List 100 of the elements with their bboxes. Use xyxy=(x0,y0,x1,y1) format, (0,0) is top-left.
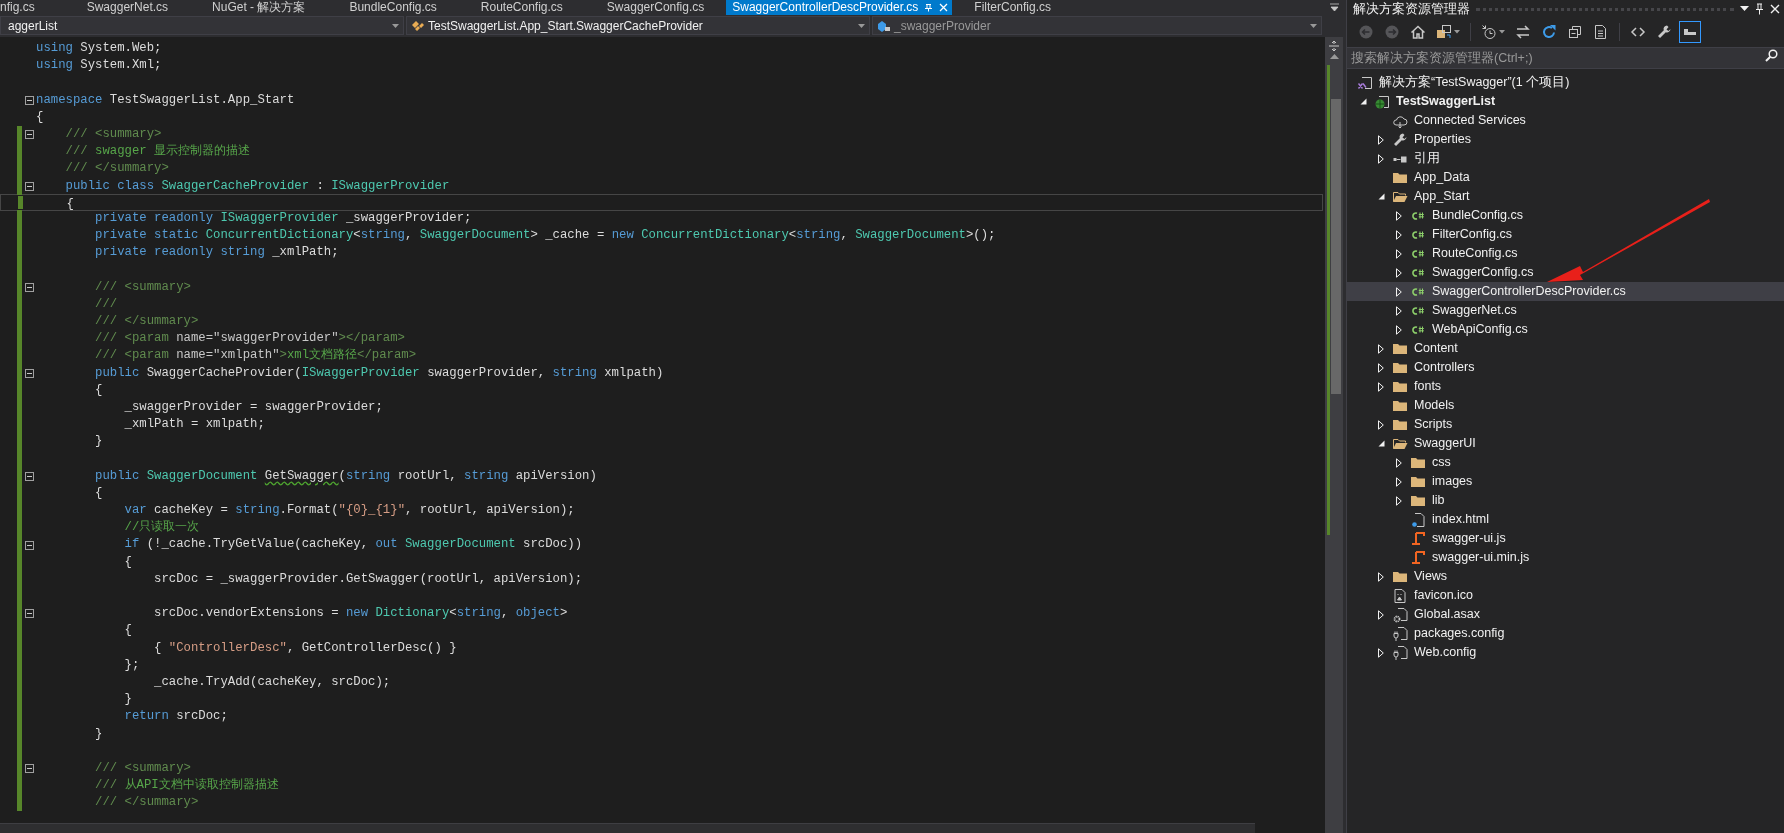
editor-tab[interactable]: BundleConfig.cs xyxy=(327,0,459,15)
expand-icon[interactable] xyxy=(1396,324,1402,335)
code-line: if (!_cache.TryGetValue(cacheKey, out SwaggerDocument srcDoc)) xyxy=(123,536,583,554)
expand-icon[interactable] xyxy=(1378,609,1384,620)
close-icon[interactable] xyxy=(1770,4,1780,14)
code-line: /// </summary> xyxy=(94,794,199,812)
expand-icon[interactable] xyxy=(1396,286,1402,297)
caret-icon[interactable] xyxy=(392,23,399,28)
code-line: _cache.TryAdd(cacheKey, srcDoc); xyxy=(153,673,391,691)
tree-item[interactable]: Content xyxy=(1347,339,1784,358)
code-line: } xyxy=(94,433,103,451)
expand-icon[interactable] xyxy=(1396,229,1402,240)
tree-item[interactable]: Web.config xyxy=(1347,643,1784,662)
tree-item[interactable]: App_Data xyxy=(1347,168,1784,187)
dropdown-icon[interactable] xyxy=(1740,6,1749,12)
collapse-icon[interactable] xyxy=(24,609,34,619)
editor-tab[interactable]: NuGet - 解决方案 xyxy=(190,0,328,15)
tree-item[interactable]: lib xyxy=(1347,491,1784,510)
expand-icon[interactable] xyxy=(1378,381,1384,392)
collapse-icon[interactable] xyxy=(24,181,34,191)
tree-item[interactable]: App_Start xyxy=(1347,187,1784,206)
expand-icon[interactable] xyxy=(1396,210,1402,221)
tree-item[interactable]: WebApiConfig.cs xyxy=(1347,320,1784,339)
expand-icon[interactable] xyxy=(1378,343,1384,354)
tree-item[interactable]: css xyxy=(1347,453,1784,472)
tree-item[interactable]: swagger-ui.min.js xyxy=(1347,548,1784,567)
tree-item[interactable]: TestSwaggerList xyxy=(1347,92,1784,111)
search-icon[interactable] xyxy=(1765,49,1778,62)
collapse-icon[interactable] xyxy=(1377,193,1385,200)
collapse-icon[interactable] xyxy=(24,130,34,140)
horizontal-scrollbar[interactable] xyxy=(0,823,1255,833)
expand-icon[interactable] xyxy=(1396,267,1402,278)
collapse-icon[interactable] xyxy=(24,471,34,481)
collapse-icon[interactable] xyxy=(24,95,34,105)
collapse-icon[interactable] xyxy=(24,763,34,773)
tree-item[interactable]: swagger-ui.js xyxy=(1347,529,1784,548)
expand-icon[interactable] xyxy=(1378,362,1384,373)
tree-item[interactable]: fonts xyxy=(1347,377,1784,396)
code-line: /// </summary> xyxy=(64,160,169,178)
tree-item[interactable]: Controllers xyxy=(1347,358,1784,377)
tree-item[interactable]: 引用 xyxy=(1347,149,1784,168)
tree-item[interactable]: FilterConfig.cs xyxy=(1347,225,1784,244)
tree-item[interactable]: BundleConfig.cs xyxy=(1347,206,1784,225)
editor-tab[interactable]: SwaggerConfig.cs xyxy=(584,0,727,15)
vertical-scrollbar[interactable] xyxy=(1325,37,1343,833)
code-line: { xyxy=(123,553,132,571)
collapse-icon[interactable] xyxy=(24,368,34,378)
code-line: srcDoc.vendorExtensions = new Dictionary<string, object> xyxy=(153,605,568,623)
collapse-icon[interactable] xyxy=(24,540,34,550)
tree-item[interactable]: Global.asax xyxy=(1347,605,1784,624)
scroll-up-icon[interactable] xyxy=(1329,54,1339,59)
tree-item[interactable]: RouteConfig.cs xyxy=(1347,244,1784,263)
collapse-icon[interactable] xyxy=(24,282,34,292)
expand-icon[interactable] xyxy=(1378,134,1384,145)
tree-item[interactable]: images xyxy=(1347,472,1784,491)
project-dropdown[interactable]: aggerList xyxy=(0,16,404,35)
member-dropdown[interactable]: _swaggerProvider xyxy=(872,16,1322,35)
code-line: /// swagger 显示控制器的描述 xyxy=(64,143,251,161)
type-dropdown[interactable]: TestSwaggerList.App_Start.SwaggerCacheProvider xyxy=(406,16,870,35)
expand-icon[interactable] xyxy=(1378,153,1384,164)
tree-item[interactable]: SwaggerNet.cs xyxy=(1347,301,1784,320)
editor-tab[interactable]: RouteConfig.cs xyxy=(458,0,585,15)
collapse-icon[interactable] xyxy=(1359,98,1367,105)
editor-tab[interactable]: FilterConfig.cs xyxy=(952,0,1073,15)
split-icon[interactable] xyxy=(1329,41,1339,51)
tree-item[interactable]: Views xyxy=(1347,567,1784,586)
caret-icon[interactable] xyxy=(1310,23,1317,28)
scrollbar-thumb[interactable] xyxy=(1331,99,1341,394)
tree-item[interactable]: favicon.ico xyxy=(1347,586,1784,605)
expand-icon[interactable] xyxy=(1378,647,1384,658)
collapse-icon[interactable] xyxy=(1377,440,1385,447)
tree-item[interactable]: Models xyxy=(1347,396,1784,415)
expand-icon[interactable] xyxy=(1396,248,1402,259)
expand-icon[interactable] xyxy=(1378,419,1384,430)
editor-tab[interactable]: nfig.cs xyxy=(0,0,65,15)
tree-item[interactable]: Scripts xyxy=(1347,415,1784,434)
tree-item[interactable]: packages.config xyxy=(1347,624,1784,643)
tree-item[interactable]: index.html xyxy=(1347,510,1784,529)
tree-item[interactable]: SwaggerUI xyxy=(1347,434,1784,453)
expand-icon[interactable] xyxy=(1396,495,1402,506)
panel-title: 解决方案资源管理器 xyxy=(1353,0,1470,18)
expand-icon[interactable] xyxy=(1396,457,1402,468)
expand-icon[interactable] xyxy=(1396,476,1402,487)
tree-item[interactable]: SwaggerConfig.cs xyxy=(1347,263,1784,282)
tree-item[interactable]: 解决方案“TestSwagger”(1 个项目) xyxy=(1347,73,1784,92)
code-line: using System.Web; xyxy=(36,40,162,57)
code-line: public class SwaggerCacheProvider : ISwaggerProvider xyxy=(64,177,450,195)
code-line: { xyxy=(36,108,44,126)
code-line: { xyxy=(65,195,74,209)
tree-item[interactable]: Properties xyxy=(1347,130,1784,149)
expand-icon[interactable] xyxy=(1378,571,1384,582)
editor-tab[interactable]: SwaggerNet.cs xyxy=(64,0,191,15)
code-line: namespace TestSwaggerList.App_Start xyxy=(36,91,295,109)
pin-icon[interactable] xyxy=(1755,3,1764,15)
search-field[interactable]: 搜索解决方案资源管理器(Ctrl+;) xyxy=(1347,47,1784,69)
tree-item[interactable]: Connected Services xyxy=(1347,111,1784,130)
tree-item[interactable]: SwaggerControllerDescProvider.cs xyxy=(1347,282,1784,301)
tab-list-icon[interactable] xyxy=(1330,3,1339,12)
expand-icon[interactable] xyxy=(1396,305,1402,316)
caret-icon[interactable] xyxy=(858,23,865,28)
